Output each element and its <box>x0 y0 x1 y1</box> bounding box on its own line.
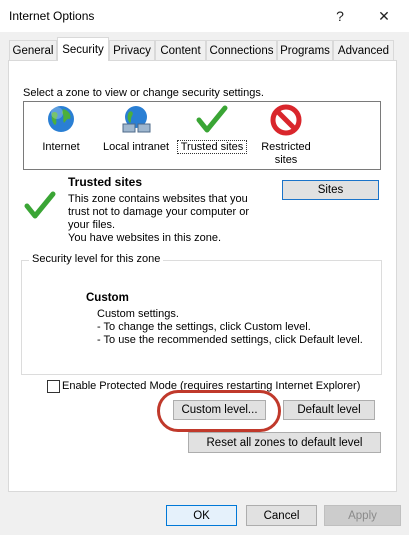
ok-button[interactable]: OK <box>166 505 237 526</box>
protected-mode-checkbox[interactable] <box>47 380 60 393</box>
tab-programs[interactable]: Programs <box>277 40 333 60</box>
highlight-annotation <box>157 390 281 432</box>
apply-button[interactable]: Apply <box>324 505 401 526</box>
security-level-line-3: - To use the recommended settings, click… <box>97 334 363 346</box>
zone-info-status: You have websites in this zone. <box>68 232 222 244</box>
security-level-title: Custom <box>86 292 129 304</box>
trusted-sites-checkmark-icon <box>24 191 56 219</box>
help-button[interactable]: ? <box>323 4 357 28</box>
security-level-line-1: Custom settings. <box>97 308 179 320</box>
zone-label-local-intranet: Local intranet <box>102 141 170 153</box>
zone-label-restricted-sites: Restricted sites <box>261 141 311 166</box>
zone-label-trusted-sites: Trusted sites <box>177 140 247 154</box>
zone-item-trusted-sites[interactable]: Trusted sites <box>177 104 247 156</box>
security-level-line-2: - To change the settings, click Custom l… <box>97 321 311 333</box>
checkmark-icon <box>196 105 228 133</box>
tab-content[interactable]: Content <box>155 40 206 60</box>
globe-icon <box>48 106 74 132</box>
tab-privacy[interactable]: Privacy <box>109 40 155 60</box>
tab-connections[interactable]: Connections <box>206 40 277 60</box>
zone-prompt: Select a zone to view or change security… <box>23 87 264 99</box>
network-globe-icon <box>122 106 151 133</box>
close-button[interactable]: ✕ <box>367 4 401 28</box>
window-title: Internet Options <box>9 9 95 23</box>
zone-item-restricted-sites[interactable]: Restricted sites <box>256 104 316 168</box>
sites-button[interactable]: Sites <box>282 180 379 200</box>
security-level-group-label: Security level for this zone <box>29 253 164 265</box>
zone-label-internet: Internet <box>42 141 80 153</box>
reset-all-zones-button[interactable]: Reset all zones to default level <box>188 432 381 453</box>
tab-general[interactable]: General <box>9 40 57 60</box>
zone-item-internet[interactable]: Internet <box>30 104 92 156</box>
cancel-button[interactable]: Cancel <box>246 505 317 526</box>
security-level-group <box>21 260 382 375</box>
tab-security[interactable]: Security <box>57 37 109 61</box>
tab-advanced[interactable]: Advanced <box>333 40 394 60</box>
restricted-icon <box>270 104 302 136</box>
default-level-button[interactable]: Default level <box>283 400 375 420</box>
zone-info-title: Trusted sites <box>68 175 143 189</box>
zone-info-description: This zone contains websites that you tru… <box>68 193 249 231</box>
zone-item-local-intranet[interactable]: Local intranet <box>98 104 174 156</box>
